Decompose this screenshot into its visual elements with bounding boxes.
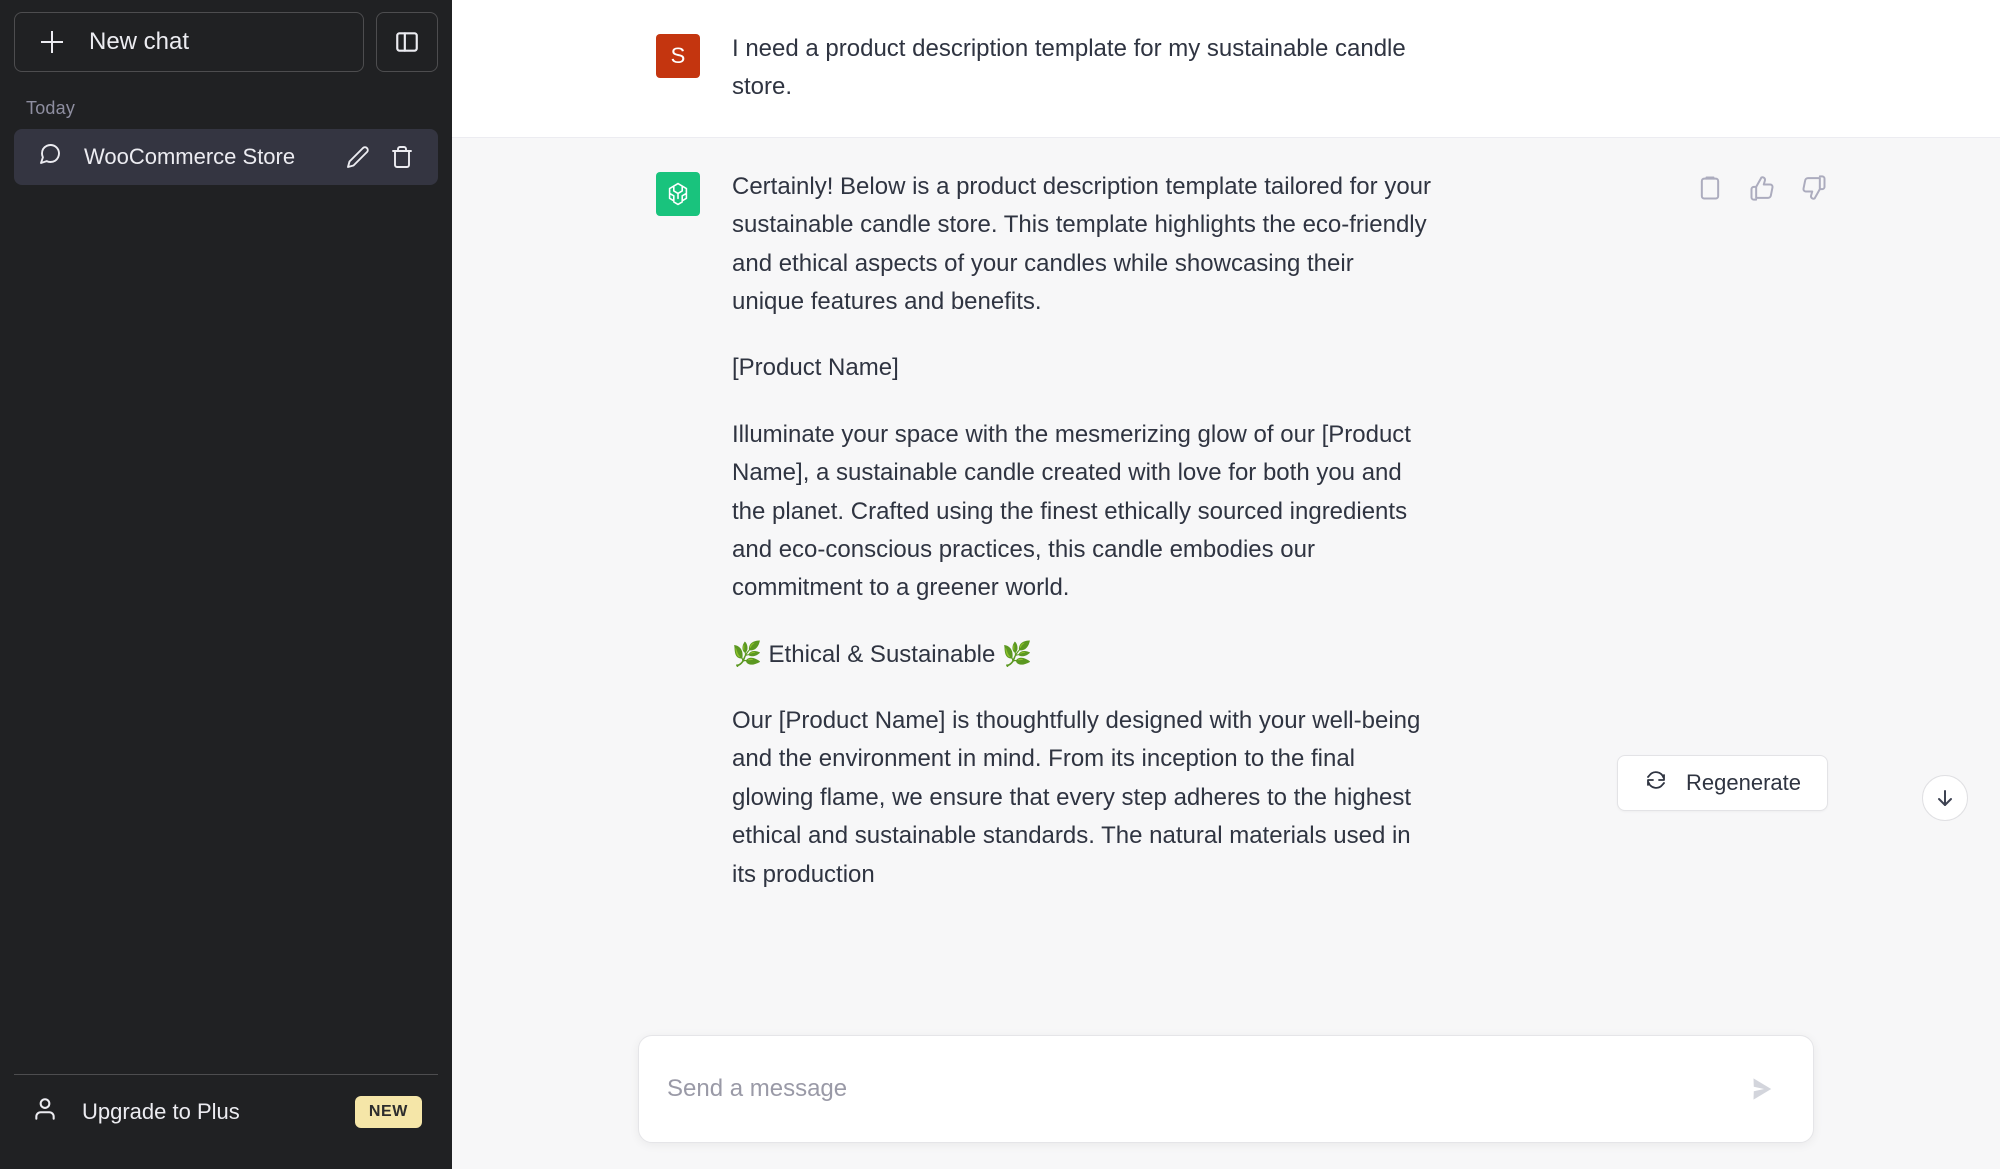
message-paragraph: Certainly! Below is a product descriptio… (732, 172, 1431, 315)
thumbs-down-icon[interactable] (1800, 174, 1828, 202)
chat-history-list: WooCommerce Store (0, 129, 452, 185)
copy-icon[interactable] (1696, 174, 1724, 202)
trash-icon[interactable] (390, 145, 414, 169)
sidebar-footer: Upgrade to Plus NEW (14, 1074, 438, 1169)
regenerate-label: Regenerate (1686, 770, 1801, 795)
refresh-icon (1644, 768, 1668, 798)
message-assistant-body: Certainly! Below is a product descriptio… (732, 168, 1432, 894)
avatar-user: S (656, 34, 700, 78)
person-icon (32, 1096, 58, 1128)
composer-area (452, 1035, 2000, 1169)
arrow-down-icon (1938, 790, 1952, 806)
message-paragraph: [Product Name] (732, 354, 899, 382)
sidebar-section-label: Today (26, 98, 76, 118)
upgrade-to-plus-button[interactable]: Upgrade to Plus NEW (14, 1081, 438, 1143)
chat-bubble-icon (38, 142, 62, 172)
main-content: S I need a product description template … (452, 0, 2000, 1169)
conversation-thread: S I need a product description template … (452, 0, 2000, 1169)
send-arrow-icon (1753, 1078, 1772, 1100)
panel-glyph (396, 32, 418, 52)
upgrade-to-plus-label: Upgrade to Plus (82, 1099, 240, 1124)
chat-list-item[interactable]: WooCommerce Store (14, 129, 438, 185)
send-button[interactable] (1745, 1072, 1779, 1106)
openai-logo-icon (668, 182, 688, 205)
status-badge: NEW (354, 1096, 422, 1128)
message-input[interactable] (667, 1036, 1745, 1142)
sidebar-header: New chat (0, 12, 452, 72)
message-actions (1696, 174, 1828, 202)
sidebar-panel-icon[interactable] (376, 12, 438, 72)
message-paragraph: Our [Product Name] is thoughtfully desig… (732, 707, 1421, 888)
avatar-assistant (656, 171, 700, 216)
thumbs-up-icon[interactable] (1748, 174, 1776, 202)
pencil-icon[interactable] (346, 145, 370, 169)
message-user-body: I need a product description template fo… (732, 30, 1432, 107)
message-paragraph: I need a product description template fo… (732, 35, 1406, 101)
message-paragraph: Illuminate your space with the mesmerizi… (732, 420, 1411, 602)
regenerate-button[interactable]: Regenerate (1617, 755, 1828, 811)
chat-list-item-title: WooCommerce Store (84, 144, 296, 169)
scroll-to-bottom-button[interactable] (1922, 775, 1968, 821)
message-paragraph: 🌿 Ethical & Sustainable 🌿 (732, 640, 1032, 668)
message-user: S I need a product description template … (452, 0, 2000, 138)
new-chat-button[interactable]: New chat (14, 12, 364, 72)
sidebar: New chat Today WooCommerce Store Upgrade… (0, 0, 452, 1169)
chat-item-actions (346, 145, 414, 169)
new-chat-label: New chat (89, 28, 190, 55)
plus-icon (41, 31, 63, 53)
composer (638, 1035, 1814, 1143)
